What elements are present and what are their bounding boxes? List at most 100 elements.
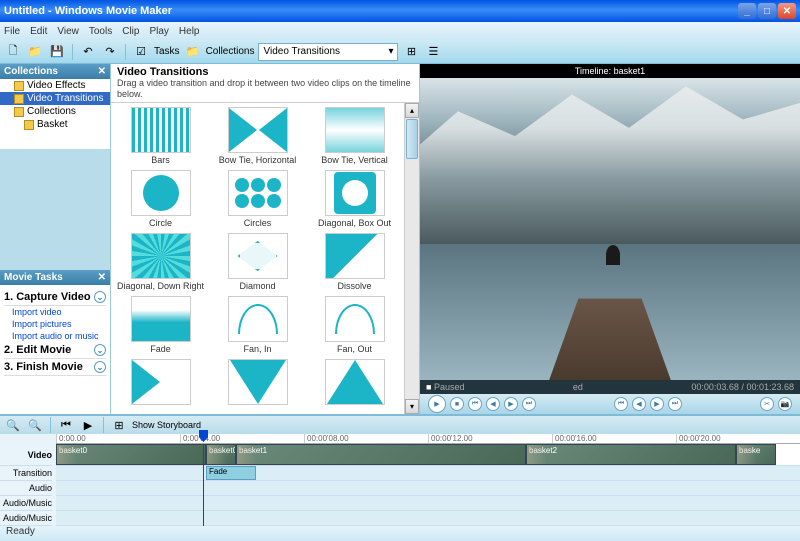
prev-frame-button[interactable]: ◀: [486, 397, 500, 411]
video-clip[interactable]: basket0: [206, 444, 236, 465]
transition-clip[interactable]: Fade: [206, 466, 256, 480]
zoom-in-button[interactable]: 🔍: [4, 416, 22, 434]
task-import-audio[interactable]: Import audio or music: [4, 330, 106, 342]
minimize-button[interactable]: _: [738, 3, 756, 19]
transition-item[interactable]: [309, 359, 400, 410]
scroll-thumb[interactable]: [406, 119, 418, 159]
audio-music-track[interactable]: [56, 496, 800, 511]
storyboard-label[interactable]: Show Storyboard: [132, 420, 201, 430]
tl-play-button[interactable]: ▶: [79, 416, 97, 434]
new-project-button[interactable]: 🗋: [4, 43, 22, 61]
task-import-video[interactable]: Import video: [4, 306, 106, 318]
snapshot-button[interactable]: 📷: [778, 397, 792, 411]
transition-item[interactable]: Bars: [115, 107, 206, 168]
redo-button[interactable]: ↷: [101, 43, 119, 61]
collapse-icon[interactable]: ✕: [98, 66, 106, 77]
window-title: Untitled - Windows Movie Maker: [4, 5, 172, 17]
open-button[interactable]: 📁: [26, 43, 44, 61]
menu-play[interactable]: Play: [149, 26, 168, 37]
tree-collections[interactable]: Collections: [0, 105, 110, 118]
preview-title: Timeline: basket1: [420, 64, 800, 78]
transition-item[interactable]: Fan, Out: [309, 296, 400, 357]
folder-icon: [14, 81, 24, 91]
back-button[interactable]: ◀: [632, 397, 646, 411]
menu-tools[interactable]: Tools: [89, 26, 112, 37]
timeline-ruler[interactable]: 0:00.00 0:00'04.00 00:00'08.00 00:00'12.…: [56, 434, 800, 444]
view-details-button[interactable]: ☰: [424, 43, 442, 61]
video-clip[interactable]: basket0: [56, 444, 206, 465]
tasks-toggle[interactable]: ☑: [132, 43, 150, 61]
next-frame-button[interactable]: ▶: [504, 397, 518, 411]
collections-panel-header: Collections ✕: [0, 64, 110, 79]
task-section-edit[interactable]: 2. Edit Movie⌄: [4, 342, 106, 359]
collections-toggle[interactable]: 📁: [184, 43, 202, 61]
audio-music-track-2[interactable]: [56, 511, 800, 526]
preview-statusbar: ■ Paused ed 00:00:03.68 / 00:01:23.68: [420, 380, 800, 394]
menu-help[interactable]: Help: [179, 26, 200, 37]
transition-item[interactable]: Circle: [115, 170, 206, 231]
zoom-out-button[interactable]: 🔍: [26, 416, 44, 434]
rewind-button[interactable]: ⏮: [468, 397, 482, 411]
transition-track[interactable]: Fade: [56, 466, 800, 481]
tree-basket[interactable]: Basket: [0, 118, 110, 131]
video-clip[interactable]: basket1: [236, 444, 526, 465]
transition-item[interactable]: Fade: [115, 296, 206, 357]
collection-dropdown[interactable]: Video Transitions ▾: [258, 43, 398, 61]
maximize-button[interactable]: □: [758, 3, 776, 19]
split-clip-button[interactable]: ✂: [760, 397, 774, 411]
toolbar: 🗋 📁 💾 ↶ ↷ ☑ Tasks 📁 Collections Video Tr…: [0, 40, 800, 64]
chevron-down-icon: ⌄: [94, 361, 106, 373]
collapse-icon[interactable]: ✕: [98, 272, 106, 283]
transitions-header: Video Transitions Drag a video transitio…: [111, 64, 419, 103]
stop-button[interactable]: ■: [450, 397, 464, 411]
timeline-panel: 🔍 🔍 ⏮ ▶ ⊞ Show Storyboard 0:00.00 0:00'0…: [0, 414, 800, 524]
transitions-grid: Bars Bow Tie, Horizontal Bow Tie, Vertic…: [111, 103, 404, 414]
folder-icon: [24, 120, 34, 130]
track-labels: Video Transition Audio Audio/Music Audio…: [0, 444, 56, 526]
forward-button[interactable]: ⏭: [522, 397, 536, 411]
playhead[interactable]: [203, 444, 204, 526]
view-thumbnails-button[interactable]: ⊞: [402, 43, 420, 61]
video-clip[interactable]: baske: [736, 444, 776, 465]
tree-video-effects[interactable]: Video Effects: [0, 79, 110, 92]
rewind-start-button[interactable]: ⏮: [614, 397, 628, 411]
task-import-pictures[interactable]: Import pictures: [4, 318, 106, 330]
storyboard-toggle[interactable]: ⊞: [110, 416, 128, 434]
undo-button[interactable]: ↶: [79, 43, 97, 61]
menubar: File Edit View Tools Clip Play Help: [0, 22, 800, 40]
timeline-content[interactable]: basket0 basket0 basket1 basket2 baske Fa…: [56, 444, 800, 526]
transition-item[interactable]: [212, 359, 303, 410]
transition-item[interactable]: Dissolve: [309, 233, 400, 294]
video-clip[interactable]: basket2: [526, 444, 736, 465]
tl-rewind-button[interactable]: ⏮: [57, 416, 75, 434]
transition-item[interactable]: Circles: [212, 170, 303, 231]
transitions-scrollbar[interactable]: ▴ ▾: [404, 103, 419, 414]
scroll-up-button[interactable]: ▴: [405, 103, 419, 118]
scroll-down-button[interactable]: ▾: [405, 399, 419, 414]
menu-edit[interactable]: Edit: [30, 26, 47, 37]
timeline-toolbar: 🔍 🔍 ⏮ ▶ ⊞ Show Storyboard: [0, 416, 800, 434]
task-section-finish[interactable]: 3. Finish Movie⌄: [4, 359, 106, 376]
task-section-capture[interactable]: 1. Capture Video⌄: [4, 289, 106, 306]
fwd-button[interactable]: ▶: [650, 397, 664, 411]
audio-track[interactable]: [56, 481, 800, 496]
transition-item[interactable]: [115, 359, 206, 410]
video-track[interactable]: basket0 basket0 basket1 basket2 baske: [56, 444, 800, 466]
window-titlebar: Untitled - Windows Movie Maker _ □ ✕: [0, 0, 800, 22]
transition-item[interactable]: Bow Tie, Horizontal: [212, 107, 303, 168]
transition-item[interactable]: Bow Tie, Vertical: [309, 107, 400, 168]
forward-end-button[interactable]: ⏭: [668, 397, 682, 411]
transition-item[interactable]: Diamond: [212, 233, 303, 294]
menu-view[interactable]: View: [57, 26, 79, 37]
preview-controls: ▶ ■ ⏮ ◀ ▶ ⏭ ⏮ ◀ ▶ ⏭ ✂ 📷: [420, 394, 800, 414]
transition-item[interactable]: Fan, In: [212, 296, 303, 357]
menu-file[interactable]: File: [4, 26, 20, 37]
close-button[interactable]: ✕: [778, 3, 796, 19]
menu-clip[interactable]: Clip: [122, 26, 139, 37]
save-button[interactable]: 💾: [48, 43, 66, 61]
transition-item[interactable]: Diagonal, Box Out: [309, 170, 400, 231]
play-button[interactable]: ▶: [428, 395, 446, 413]
tree-video-transitions[interactable]: Video Transitions: [0, 92, 110, 105]
tasks-label: Tasks: [154, 46, 180, 57]
transition-item[interactable]: Diagonal, Down Right: [115, 233, 206, 294]
